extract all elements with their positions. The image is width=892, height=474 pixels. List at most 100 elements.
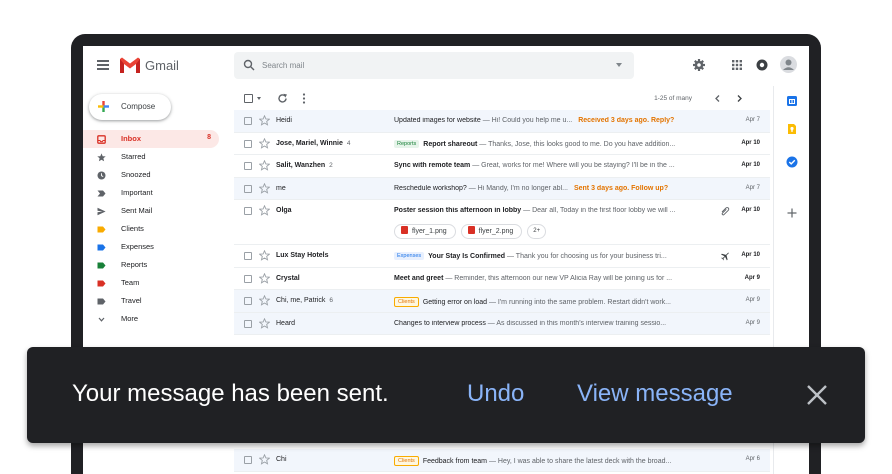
list-toolbar: 1-25 of many xyxy=(234,88,774,110)
calendar-icon[interactable] xyxy=(786,95,798,107)
more-attachments-chip[interactable]: 2+ xyxy=(527,224,547,239)
more-vertical-icon[interactable] xyxy=(302,93,306,104)
table-row[interactable]: me Reschedule workshop? — Hi Mandy, I'm n… xyxy=(234,177,770,200)
email-preview: Updated images for website — Hi! Could y… xyxy=(394,117,724,124)
table-row[interactable]: Olga Poster session this afternoon in lob… xyxy=(234,200,770,245)
tasks-icon[interactable] xyxy=(786,156,798,168)
sidebar-item-expenses[interactable]: Expenses xyxy=(83,238,223,256)
email-snippet: — Hi Mandy, I'm no longer abl... xyxy=(466,184,568,192)
email-label-badge[interactable]: Clients xyxy=(394,456,419,466)
select-all-checkbox[interactable] xyxy=(244,94,253,103)
email-date: Apr 7 xyxy=(745,117,760,123)
attachment-icon xyxy=(721,207,730,216)
attachment-chip[interactable]: flyer_1.png xyxy=(394,224,456,239)
star-icon[interactable] xyxy=(259,160,270,171)
row-checkbox[interactable] xyxy=(244,456,252,464)
sidebar-item-inbox[interactable]: Inbox 8 xyxy=(83,130,219,148)
sidebar-item-clients[interactable]: Clients xyxy=(83,220,223,238)
keep-icon[interactable] xyxy=(786,123,798,135)
send-icon xyxy=(97,207,106,216)
table-row[interactable]: Heidi Updated images for website — Hi! Co… xyxy=(234,110,770,133)
star-icon[interactable] xyxy=(259,182,270,194)
email-label-badge[interactable]: Clients xyxy=(394,297,419,307)
row-checkbox[interactable] xyxy=(244,184,252,193)
star-icon[interactable] xyxy=(259,317,270,329)
chevron-right-icon[interactable] xyxy=(735,94,744,103)
sender-name: me xyxy=(276,184,286,192)
email-snippet: — Hey, I was able to share the latest de… xyxy=(487,458,672,465)
star-icon[interactable] xyxy=(259,137,270,149)
close-icon[interactable] xyxy=(805,383,829,407)
add-addon-icon[interactable] xyxy=(786,207,798,219)
row-checkbox[interactable] xyxy=(244,252,252,260)
search-icon[interactable] xyxy=(243,59,255,71)
sidebar-item-important[interactable]: Important xyxy=(83,184,223,202)
nudge-text: Received 3 days ago. Reply? xyxy=(578,117,675,124)
email-sender: Heard xyxy=(276,320,295,327)
sidebar-item-team[interactable]: Team xyxy=(83,274,223,292)
gear-icon[interactable] xyxy=(692,58,706,72)
row-checkbox[interactable] xyxy=(244,319,252,328)
apps-grid-icon[interactable] xyxy=(730,58,744,72)
avatar[interactable] xyxy=(780,56,797,73)
pagination-range: 1-25 of many xyxy=(654,95,692,102)
search-input[interactable] xyxy=(262,56,602,75)
email-date: Apr 10 xyxy=(741,162,760,168)
email-subject: Report shareout xyxy=(423,140,478,148)
table-row[interactable]: Chi Clients Feedback from team — Hey, I w… xyxy=(234,449,770,472)
refresh-icon[interactable] xyxy=(277,93,288,104)
label-icon xyxy=(97,262,106,269)
email-date: Apr 10 xyxy=(741,139,760,146)
main-menu-icon[interactable] xyxy=(97,60,109,70)
sidebar-item-more[interactable]: More xyxy=(83,310,223,328)
label-icon xyxy=(97,244,106,251)
email-label-badge[interactable]: Reports xyxy=(394,139,420,148)
notifications-icon[interactable] xyxy=(755,58,769,72)
row-checkbox[interactable] xyxy=(244,207,252,215)
view-message-button[interactable]: View message xyxy=(577,380,733,408)
row-checkbox[interactable] xyxy=(244,139,252,148)
star-icon[interactable] xyxy=(259,250,270,261)
gmail-logo-icon xyxy=(120,57,140,73)
sidebar-item-label: Sent Mail xyxy=(121,206,153,215)
sidebar-item-snoozed[interactable]: Snoozed xyxy=(83,166,223,184)
compose-button[interactable]: Compose xyxy=(89,94,171,120)
select-options-icon[interactable] xyxy=(257,97,261,100)
table-row[interactable]: Chi, me, Patrick 6 Clients Getting error on… xyxy=(234,290,770,313)
sender-name: Lux Stay Hotels xyxy=(276,252,329,259)
sidebar-item-label: Travel xyxy=(121,296,142,305)
sender-name: Heard xyxy=(276,319,296,327)
row-checkbox[interactable] xyxy=(244,162,252,170)
undo-button[interactable]: Undo xyxy=(467,380,524,408)
star-icon[interactable] xyxy=(259,205,270,216)
chevron-left-icon[interactable] xyxy=(713,94,722,103)
sidebar-item-starred[interactable]: Starred xyxy=(83,148,223,166)
search-bar[interactable] xyxy=(234,52,634,79)
star-icon[interactable] xyxy=(259,115,270,126)
sidebar-item-travel[interactable]: Travel xyxy=(83,292,223,310)
table-row[interactable]: Jose, Mariel, Winnie 4 Reports Report share… xyxy=(234,132,770,155)
table-row[interactable]: Lux Stay Hotels Expenses Your Stay Is Conf… xyxy=(234,245,770,268)
row-checkbox[interactable] xyxy=(244,117,252,125)
clock-icon xyxy=(97,171,106,180)
row-checkbox[interactable] xyxy=(244,274,252,283)
email-snippet: — Hi! Could you help me u... xyxy=(480,117,573,124)
sidebar-item-reports[interactable]: Reports xyxy=(83,256,223,274)
table-row[interactable]: Crystal Meet and greet — Reminder, this a… xyxy=(234,267,770,290)
sidebar-item-sent-mail[interactable]: Sent Mail xyxy=(83,202,223,220)
email-subject: Changes to interview process xyxy=(394,319,486,327)
row-checkbox[interactable] xyxy=(244,297,252,305)
email-date: Apr 10 xyxy=(741,207,760,213)
attachment-chip[interactable]: flyer_2.png xyxy=(460,224,523,239)
email-subject: Poster session this afternoon in lobby xyxy=(394,207,522,214)
sender-name: Olga xyxy=(276,207,292,214)
search-options-icon[interactable] xyxy=(616,63,622,67)
email-label-badge[interactable]: Expenses xyxy=(394,252,425,260)
star-icon xyxy=(97,153,106,162)
table-row[interactable]: Salit, Wanzhen 2 Sync with remote team — G… xyxy=(234,155,770,178)
star-icon[interactable] xyxy=(259,272,270,284)
email-date: Apr 9 xyxy=(745,297,760,303)
table-row[interactable]: Heard Changes to interview process — As d… xyxy=(234,312,770,335)
star-icon[interactable] xyxy=(259,295,270,306)
star-icon[interactable] xyxy=(259,454,270,465)
